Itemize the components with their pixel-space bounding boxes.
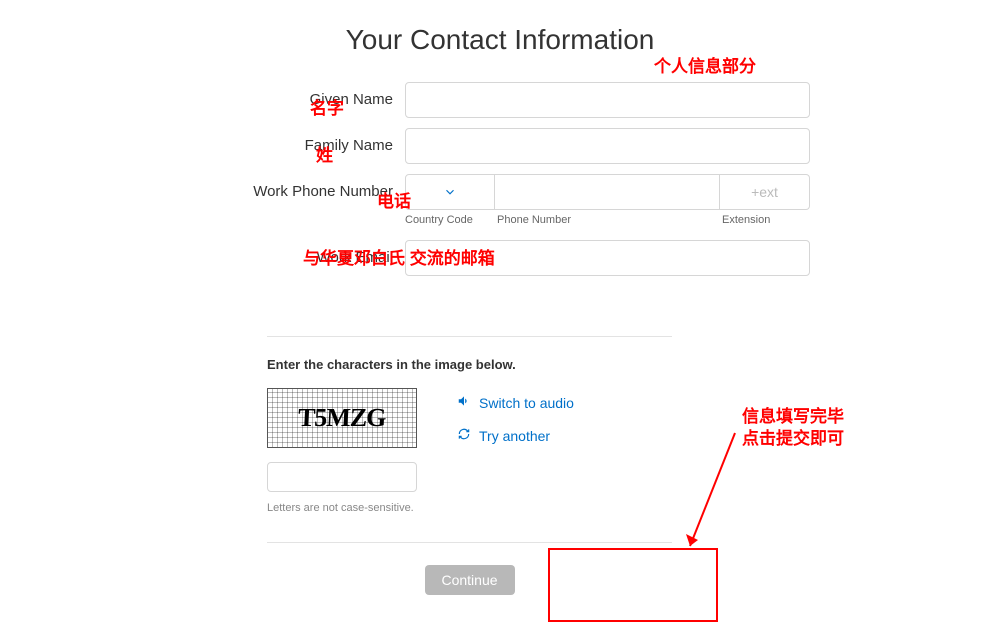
label-work-email: Work Email [150, 240, 405, 266]
page-title: Your Contact Information [0, 24, 1000, 56]
refresh-icon [457, 427, 471, 444]
sublabel-phone-number: Phone Number [495, 214, 720, 226]
captcha-note: Letters are not case-sensitive. [267, 502, 417, 514]
link-try-another[interactable]: Try another [457, 427, 574, 444]
annotation-right-2: 点击提交即可 [742, 424, 844, 449]
captcha-image: T5MZG [267, 388, 417, 448]
input-phone-ext[interactable] [720, 174, 810, 210]
section-divider [267, 336, 672, 337]
select-country-code[interactable] [405, 174, 495, 210]
row-family-name: Family Name [150, 128, 850, 164]
captcha-header: Enter the characters in the image below. [267, 357, 717, 372]
contact-form: Given Name Family Name Work Phone Number… [150, 82, 850, 276]
input-phone-number[interactable] [495, 174, 720, 210]
annotation-right-1: 信息填写完毕 [742, 402, 844, 427]
input-family-name[interactable] [405, 128, 810, 164]
captcha-text: T5MZG [297, 403, 386, 433]
continue-button[interactable]: Continue [425, 565, 515, 595]
label-given-name: Given Name [150, 82, 405, 108]
captcha-section: Enter the characters in the image below.… [267, 357, 717, 514]
input-captcha[interactable] [267, 462, 417, 492]
sublabel-extension: Extension [720, 214, 810, 226]
link-try-another-label: Try another [479, 428, 550, 444]
section-divider-2 [267, 542, 672, 543]
input-work-email[interactable] [405, 240, 810, 276]
sublabel-country-code: Country Code [405, 214, 495, 226]
row-given-name: Given Name [150, 82, 850, 118]
input-given-name[interactable] [405, 82, 810, 118]
label-work-phone: Work Phone Number [150, 174, 405, 200]
chevron-down-icon [443, 185, 457, 199]
audio-icon [457, 394, 471, 411]
link-switch-audio-label: Switch to audio [479, 395, 574, 411]
label-family-name: Family Name [150, 128, 405, 154]
row-work-email: Work Email [150, 240, 850, 276]
row-work-phone: Work Phone Number Country Code Phone Num… [150, 174, 850, 226]
link-switch-audio[interactable]: Switch to audio [457, 394, 574, 411]
